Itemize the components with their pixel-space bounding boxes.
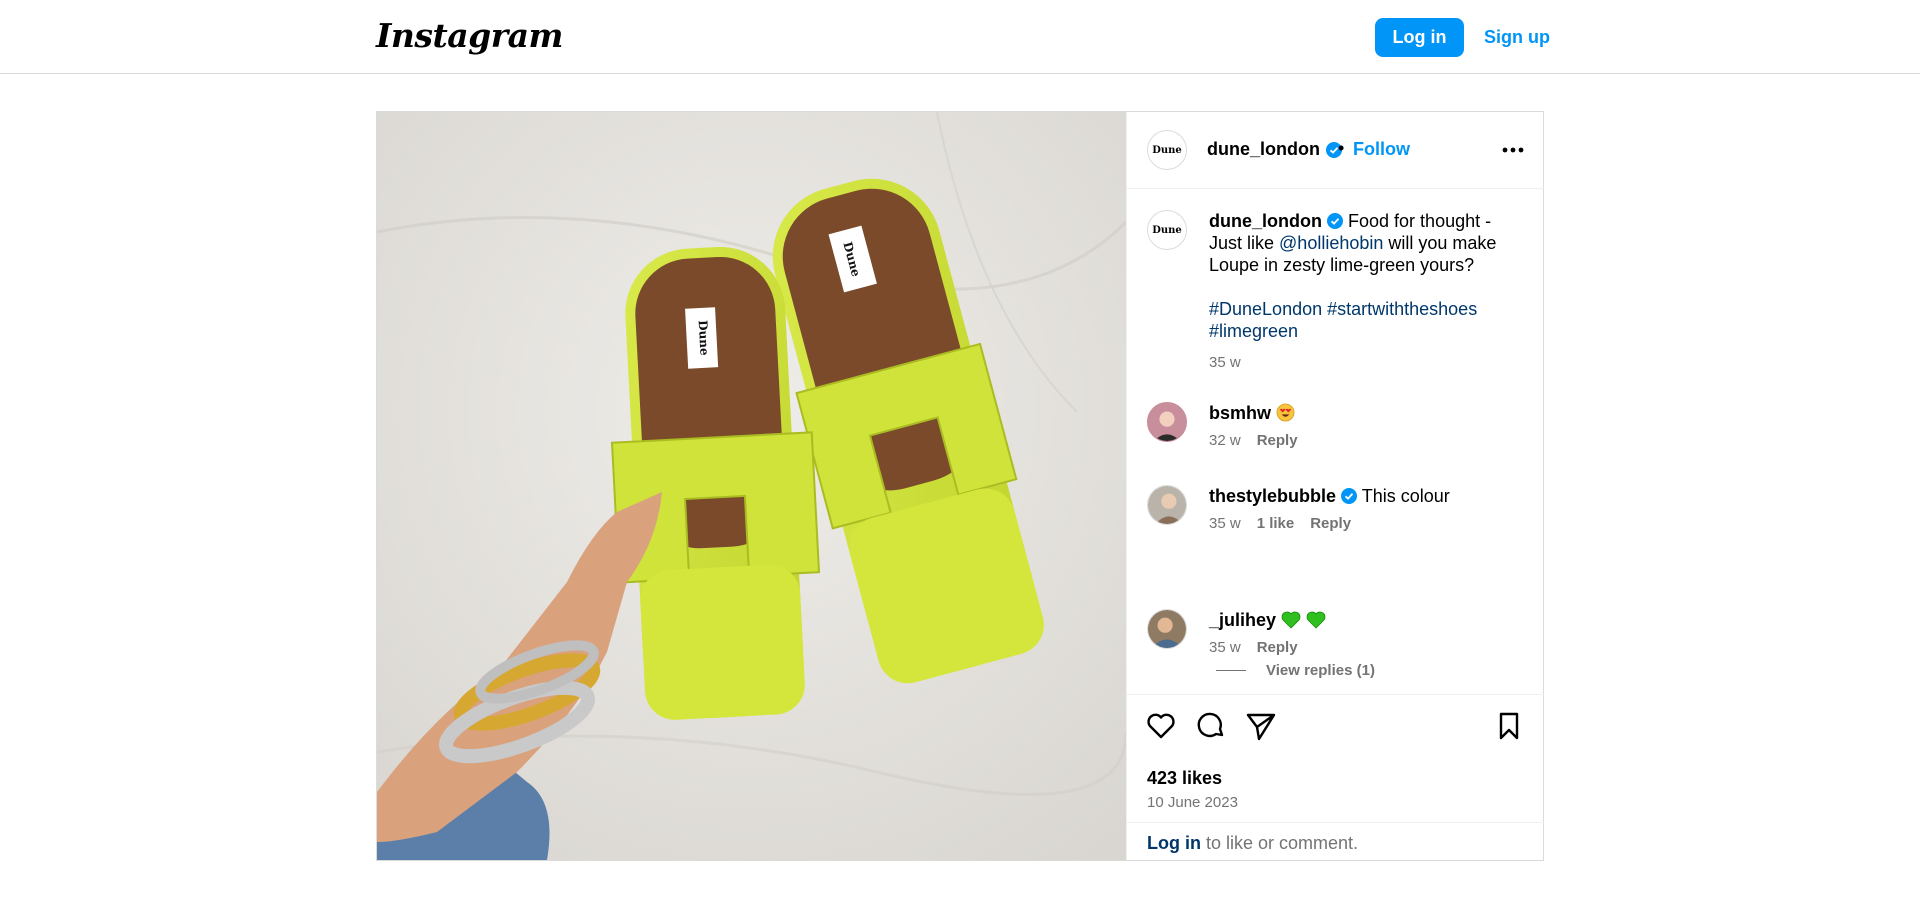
comments-section: Dune dune_london Food for thought - Just… xyxy=(1127,190,1544,696)
author-username[interactable]: dune_london xyxy=(1207,139,1320,160)
replies-divider xyxy=(1216,669,1246,671)
comment-item: thestylebubble This colour 35 w 1 like R… xyxy=(1147,485,1527,545)
author-avatar[interactable]: Dune xyxy=(1147,130,1187,170)
caption-text: dune_london Food for thought - Just like… xyxy=(1209,210,1509,342)
comment-text: _julihey xyxy=(1209,609,1509,631)
signup-link[interactable]: Sign up xyxy=(1484,18,1550,57)
avatar-photo-icon xyxy=(1148,610,1186,648)
verified-badge-icon xyxy=(1341,488,1358,504)
caption-item: Dune dune_london Food for thought - Just… xyxy=(1147,210,1527,380)
post-sidebar: Dune dune_london • Follow Dune dune_lond… xyxy=(1126,112,1544,860)
comment-username[interactable]: _julihey xyxy=(1209,610,1276,630)
post-photo[interactable]: Dune Dune xyxy=(377,112,1126,860)
comment-text: bsmhw xyxy=(1209,402,1509,424)
caption-time[interactable]: 35 w xyxy=(1209,354,1241,371)
post-actions: 423 likes 10 June 2023 Log in to like or… xyxy=(1127,694,1544,860)
likes-count[interactable]: 423 likes xyxy=(1147,768,1222,789)
comment-username[interactable]: thestylebubble xyxy=(1209,486,1336,506)
comment-time[interactable]: 35 w xyxy=(1209,639,1241,656)
caption-meta: 35 w xyxy=(1209,354,1241,371)
reply-button[interactable]: Reply xyxy=(1257,639,1298,656)
top-navigation-bar: Instagram Log in Sign up xyxy=(0,0,1920,74)
post-card: Dune Dune Dune dune_london • Follow Dune… xyxy=(376,111,1544,861)
follow-button[interactable]: Follow xyxy=(1353,139,1410,160)
more-options-icon[interactable] xyxy=(1498,138,1528,162)
caption-username[interactable]: dune_london xyxy=(1209,211,1322,231)
commenter-avatar[interactable] xyxy=(1147,609,1187,649)
comment-time[interactable]: 32 w xyxy=(1209,432,1241,449)
comment-text: thestylebubble This colour xyxy=(1209,485,1509,507)
login-prompt-bar: Log in to like or comment. xyxy=(1127,822,1544,861)
comment-username[interactable]: bsmhw xyxy=(1209,403,1271,423)
caption-hashtags[interactable]: #DuneLondon #startwiththeshoes #limegree… xyxy=(1209,299,1477,341)
share-icon[interactable] xyxy=(1245,710,1277,742)
login-prompt-rest: to like or comment. xyxy=(1200,833,1359,853)
instagram-logo[interactable]: Instagram xyxy=(376,16,563,55)
caption-avatar[interactable]: Dune xyxy=(1147,210,1187,250)
verified-badge-icon xyxy=(1327,213,1343,229)
comment-meta: 32 w Reply xyxy=(1209,432,1298,449)
reply-button[interactable]: Reply xyxy=(1310,515,1351,532)
post-date[interactable]: 10 June 2023 xyxy=(1147,794,1238,811)
author-username-row: dune_london xyxy=(1207,139,1342,160)
avatar-photo-icon xyxy=(1148,486,1186,524)
bookmark-icon[interactable] xyxy=(1493,710,1525,742)
svg-text:Dune: Dune xyxy=(696,320,712,357)
separator-dot: • xyxy=(1338,138,1345,158)
comment-item: bsmhw 32 w Reply xyxy=(1147,402,1527,462)
heart-eyes-emoji-icon xyxy=(1276,403,1295,422)
green-heart-emoji-icon xyxy=(1281,611,1301,629)
comment-likes[interactable]: 1 like xyxy=(1257,515,1295,532)
login-prompt-text: Log in to like or comment. xyxy=(1147,833,1358,854)
comment-body: This colour xyxy=(1361,486,1450,506)
comment-time[interactable]: 35 w xyxy=(1209,515,1241,532)
comment-item: _julihey 35 w Reply xyxy=(1147,609,1527,669)
login-prompt-link[interactable]: Log in xyxy=(1147,833,1201,853)
green-heart-emoji-icon xyxy=(1306,611,1326,629)
post-header: Dune dune_london • Follow xyxy=(1127,112,1544,189)
commenter-avatar[interactable] xyxy=(1147,402,1187,442)
heart-icon[interactable] xyxy=(1145,710,1177,742)
reply-button[interactable]: Reply xyxy=(1257,432,1298,449)
commenter-avatar[interactable] xyxy=(1147,485,1187,525)
sandals-photo-illustration: Dune Dune xyxy=(377,112,1126,860)
comment-meta: 35 w 1 like Reply xyxy=(1209,515,1351,532)
login-button[interactable]: Log in xyxy=(1375,18,1464,57)
comment-icon[interactable] xyxy=(1195,710,1227,742)
caption-mention-link[interactable]: @holliehobin xyxy=(1279,233,1383,253)
comment-meta: 35 w Reply xyxy=(1209,639,1298,656)
avatar-photo-icon xyxy=(1148,403,1186,441)
